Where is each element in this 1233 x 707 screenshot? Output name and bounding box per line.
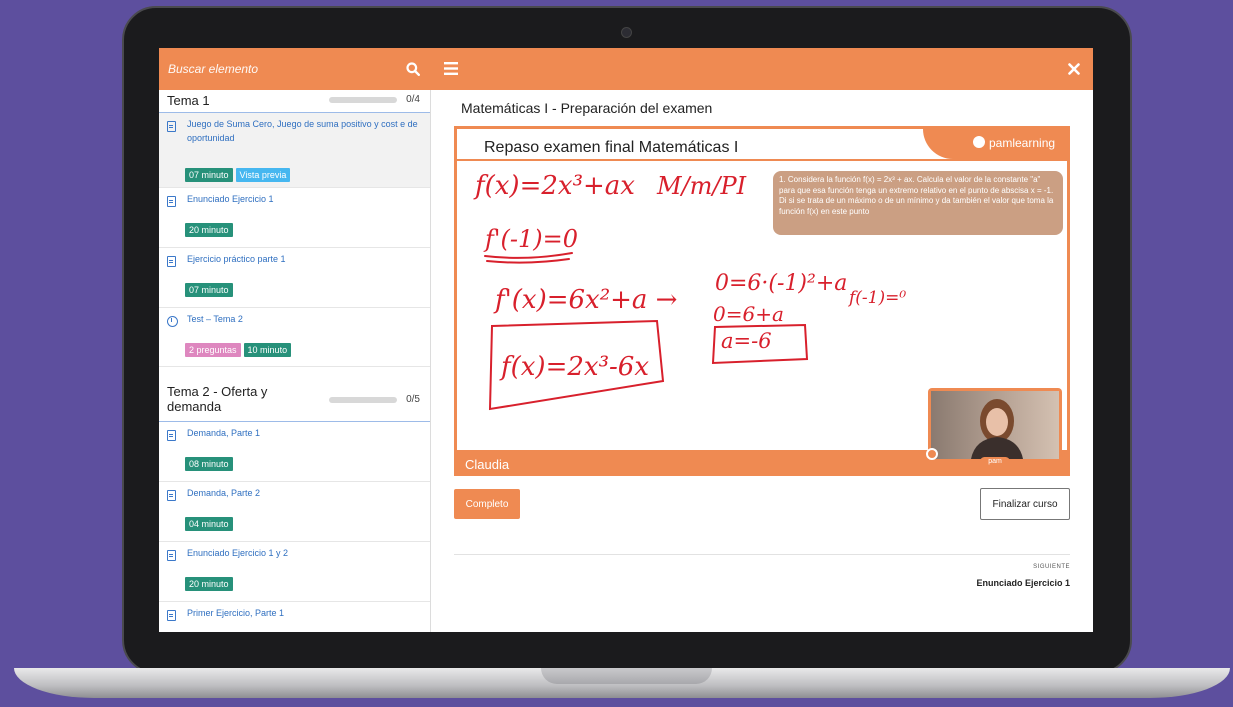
document-icon: [167, 490, 176, 501]
section-tema-1[interactable]: Tema 1 0/4: [159, 90, 430, 113]
finish-course-button[interactable]: Finalizar curso: [980, 488, 1070, 520]
lesson-title[interactable]: Test – Tema 2: [187, 312, 419, 326]
laptop-notch: [541, 668, 712, 684]
presenter-video: [931, 391, 1059, 459]
handwriting-text: 0=6+a: [713, 302, 784, 326]
document-icon: [167, 610, 176, 621]
section-progress-count: 0/5: [406, 394, 420, 405]
lesson-item[interactable]: Enunciado Ejercicio 1 y 2 20 minuto: [159, 542, 430, 602]
lesson-badges: 20 minuto: [185, 574, 236, 592]
slide-header: Repaso examen final Matemáticas I: [457, 129, 927, 163]
lesson-item[interactable]: Primer Ejercicio, Parte 1: [159, 602, 430, 632]
handwriting-text: f(x)=2x³-6x: [499, 352, 649, 382]
lesson-item[interactable]: Enunciado Ejercicio 1 20 minuto: [159, 188, 430, 248]
exercise-statement: 1. Considera la función f(x) = 2x³ + ax.…: [773, 171, 1063, 235]
webcam-label: pam: [980, 457, 1010, 466]
duration-badge: 20 minuto: [185, 223, 233, 237]
lesson-badges: 07 minuto: [185, 280, 236, 298]
duration-badge: 08 minuto: [185, 457, 233, 471]
handwriting-text: 0=6·(-1)²+a: [715, 271, 847, 296]
lesson-title[interactable]: Demanda, Parte 1: [187, 426, 419, 440]
lesson-title[interactable]: Ejercicio práctico parte 1: [187, 252, 419, 266]
pamlearning-logo-icon: [926, 448, 938, 460]
document-icon: [167, 121, 176, 132]
lesson-title[interactable]: Enunciado Ejercicio 1: [187, 192, 419, 206]
search-input[interactable]: [159, 48, 399, 90]
lesson-badges: 07 minuto Vista previa: [185, 165, 293, 183]
lesson-badges: 04 minuto: [185, 514, 236, 532]
lesson-item[interactable]: Test – Tema 2 2 preguntas 10 minuto: [159, 308, 430, 367]
lesson-item[interactable]: Ejercicio práctico parte 1 07 minuto: [159, 248, 430, 308]
presenter-webcam: pam: [926, 388, 1062, 466]
preview-badge[interactable]: Vista previa: [235, 168, 291, 182]
underline-stroke: [484, 252, 573, 259]
handwriting-text: f(-1)=⁰: [847, 288, 906, 308]
handwriting-text: f(x)=2x³+ax: [473, 171, 635, 201]
lesson-title[interactable]: Primer Ejercicio, Parte 1: [187, 606, 419, 620]
slide-title: Repaso examen final Matemáticas I: [484, 139, 739, 156]
duration-badge: 07 minuto: [185, 283, 233, 297]
document-icon: [167, 550, 176, 561]
underline-stroke: [486, 258, 570, 264]
lesson-item[interactable]: Demanda, Parte 2 04 minuto: [159, 482, 430, 542]
document-icon: [167, 256, 176, 267]
duration-badge: 04 minuto: [185, 517, 233, 531]
handwriting-text: a=-6: [721, 329, 772, 353]
lesson-item[interactable]: Juego de Suma Cero, Juego de suma positi…: [159, 113, 430, 188]
lesson-content: Matemáticas I - Preparación del examen R…: [431, 90, 1093, 632]
duration-badge: 20 minuto: [185, 577, 233, 591]
handwriting-text: M/m/PI: [656, 172, 747, 200]
section-progress-bar: [329, 397, 397, 403]
questions-badge: 2 preguntas: [185, 343, 241, 357]
video-player[interactable]: Repaso examen final Matemáticas I pamlea…: [454, 126, 1070, 476]
handwriting-text: f'(-1)=0: [483, 225, 578, 253]
speaker-name: Claudia: [457, 453, 535, 476]
duration-badge: 10 minuto: [243, 343, 292, 357]
search-icon[interactable]: [406, 62, 420, 76]
lesson-badges: 2 preguntas 10 minuto: [185, 340, 294, 358]
camera-icon: [621, 27, 632, 38]
document-icon: [167, 196, 176, 207]
section-progress-bar: [329, 97, 397, 103]
duration-badge: 07 minuto: [185, 168, 233, 182]
section-title: Tema 1: [167, 93, 210, 108]
lesson-badges: 20 minuto: [185, 220, 236, 238]
next-lesson-link[interactable]: Enunciado Ejercicio 1: [976, 578, 1070, 588]
top-bar: [159, 48, 1093, 90]
lesson-title[interactable]: Demanda, Parte 2: [187, 486, 419, 500]
presenter-figure: [971, 399, 1023, 459]
section-tema-2[interactable]: Tema 2 - Oferta y demanda 0/5: [159, 367, 430, 422]
handwriting-text: f'(x)=6x²+a →: [493, 285, 677, 315]
lesson-title[interactable]: Enunciado Ejercicio 1 y 2: [187, 546, 419, 560]
divider: [454, 554, 1070, 555]
curriculum-sidebar: Tema 1 0/4 Juego de Suma Cero, Juego de …: [159, 90, 431, 632]
section-title: Tema 2 - Oferta y demanda: [167, 384, 268, 414]
lesson-item[interactable]: Demanda, Parte 1 08 minuto: [159, 422, 430, 482]
lesson-badges: 08 minuto: [185, 454, 236, 472]
course-title: Matemáticas I - Preparación del examen: [461, 100, 713, 116]
section-progress-count: 0/4: [406, 94, 420, 105]
next-label: SIGUIENTE: [1033, 564, 1070, 570]
hamburger-menu-icon[interactable]: [444, 62, 458, 75]
close-icon[interactable]: [1068, 63, 1080, 75]
brand-name: pamlearning: [989, 136, 1056, 150]
complete-button[interactable]: Completo: [454, 489, 520, 519]
app-screen: Tema 1 0/4 Juego de Suma Cero, Juego de …: [159, 48, 1093, 632]
clock-icon: [167, 316, 178, 327]
document-icon: [167, 430, 176, 441]
pamlearning-logo-icon: [973, 136, 985, 148]
lesson-title[interactable]: Juego de Suma Cero, Juego de suma positi…: [187, 117, 419, 145]
